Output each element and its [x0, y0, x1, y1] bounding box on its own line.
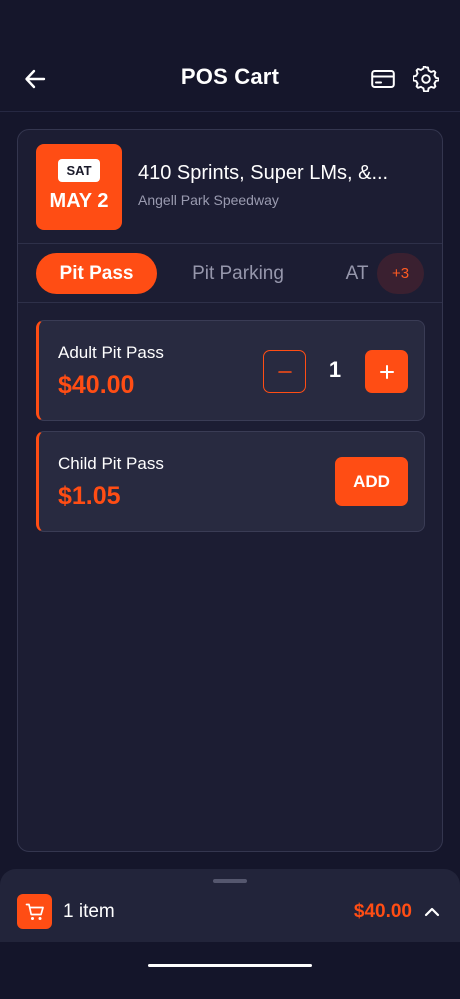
event-day: SAT [58, 159, 100, 182]
cart-button[interactable] [17, 894, 52, 929]
decrease-quantity-button[interactable] [263, 350, 306, 393]
event-date: MAY 2 [49, 190, 109, 212]
tab-pit-pass[interactable]: Pit Pass [36, 253, 157, 294]
quantity-value: 1 [328, 357, 342, 382]
home-indicator-area [0, 942, 460, 999]
payment-card-button[interactable] [370, 66, 396, 92]
shopping-cart-icon [25, 903, 44, 920]
increase-quantity-button[interactable] [365, 350, 408, 393]
pos-cart-screen: POS Cart SAT MAY 2 410 Sprints, Super LM… [0, 0, 460, 999]
ticket-row-child-pit-pass: Child Pit Pass $1.05 ADD [36, 431, 425, 532]
cart-item-count: 1 item [63, 901, 115, 922]
app-header: POS Cart [0, 0, 460, 112]
settings-button[interactable] [412, 65, 440, 93]
tab-pit-parking[interactable]: Pit Parking [178, 253, 298, 294]
tab-at[interactable]: AT [340, 253, 374, 294]
ticket-name: Adult Pit Pass [58, 343, 164, 362]
ticket-row-adult-pit-pass: Adult Pit Pass $40.00 1 [36, 320, 425, 421]
ticket-price: $1.05 [58, 482, 121, 510]
gear-icon [413, 66, 439, 92]
more-tabs-badge[interactable]: +3 [377, 253, 424, 294]
event-panel: SAT MAY 2 410 Sprints, Super LMs, &... A… [17, 129, 443, 852]
chevron-up-icon [424, 907, 440, 917]
ticket-name: Child Pit Pass [58, 454, 164, 473]
event-title: 410 Sprints, Super LMs, &... [138, 162, 389, 184]
cart-total: $40.00 [353, 901, 412, 922]
event-venue: Angell Park Speedway [138, 192, 279, 208]
expand-cart-button[interactable] [421, 901, 443, 923]
ticket-price: $40.00 [58, 371, 135, 399]
home-indicator[interactable] [148, 964, 312, 967]
event-header[interactable]: SAT MAY 2 410 Sprints, Super LMs, &... A… [18, 130, 442, 244]
ticket-category-tabs: Pit Pass Pit Parking AT +3 [18, 244, 442, 303]
add-ticket-button[interactable]: ADD [335, 457, 408, 506]
event-date-tile: SAT MAY 2 [36, 144, 122, 230]
minus-icon [277, 370, 292, 373]
drag-handle[interactable] [213, 879, 247, 883]
plus-icon [379, 364, 394, 379]
credit-card-icon [371, 70, 395, 88]
